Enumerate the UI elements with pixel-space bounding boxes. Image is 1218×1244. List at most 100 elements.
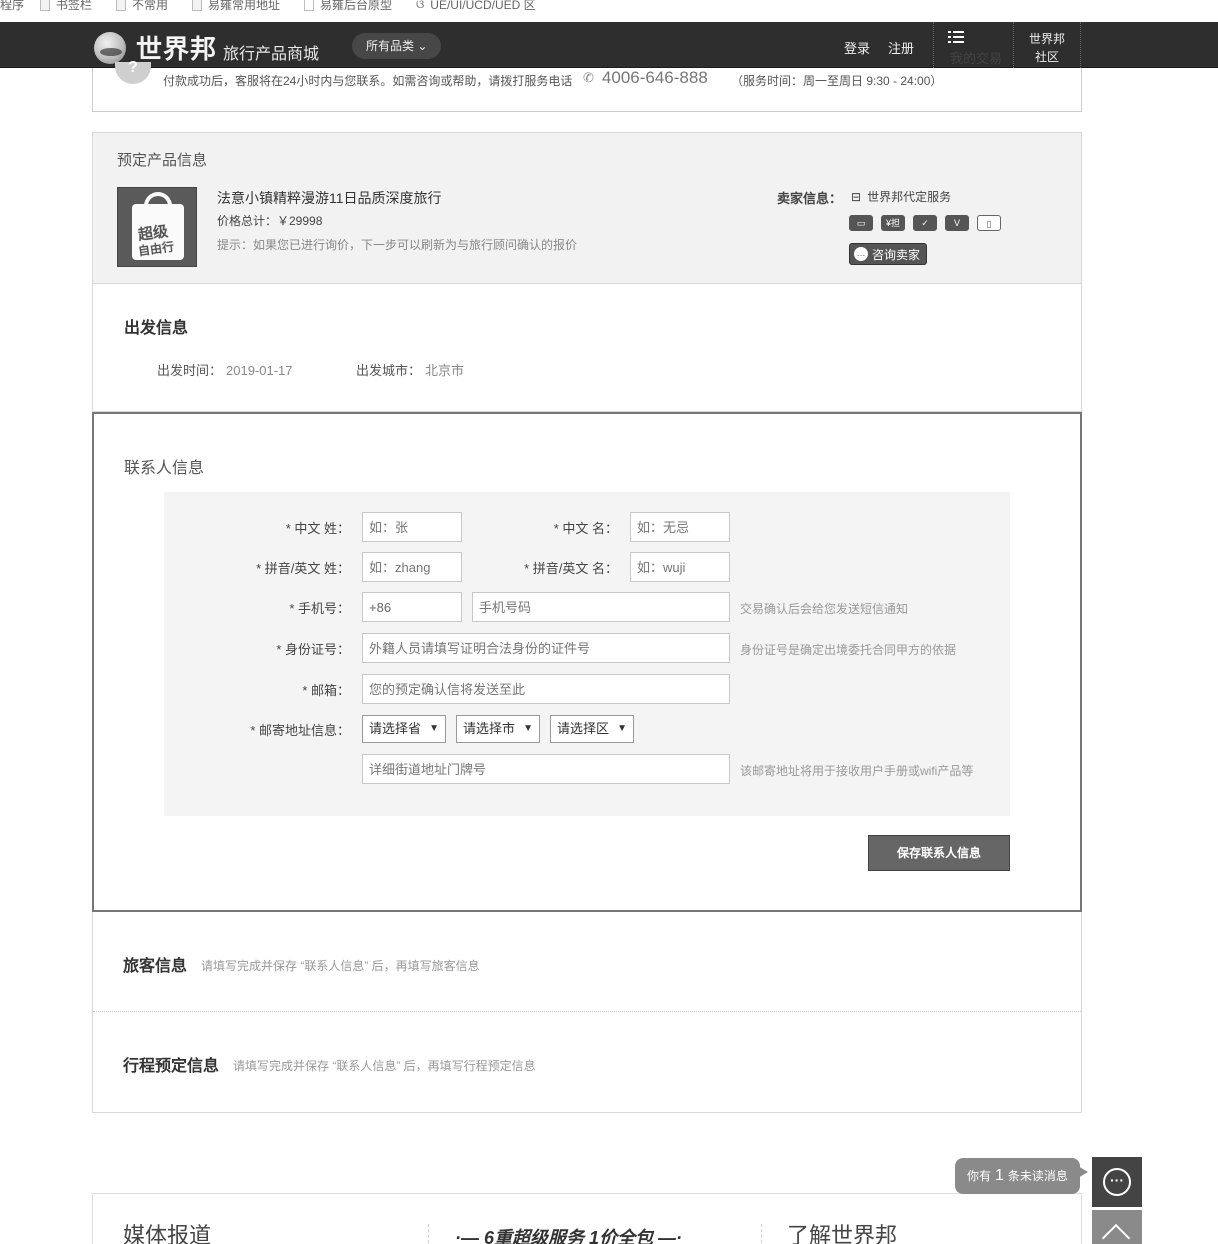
- site-header: 世界邦 旅行产品商城 所有品类 ⌄ 登录 注册 我的交易 世界邦 社区: [0, 22, 1218, 68]
- province-select[interactable]: 请选择省 ▼: [362, 715, 446, 743]
- link-icon: ଓ: [416, 0, 425, 11]
- bookmark-item[interactable]: 易雍常用地址: [192, 0, 280, 13]
- product-price: 价格总计：￥29998: [217, 214, 323, 228]
- phone-code-input[interactable]: [362, 592, 462, 622]
- section-heading: 旅客信息: [123, 958, 188, 975]
- departure-city: 出发城市： 北京市: [356, 360, 464, 379]
- section-heading: 出发信息: [124, 320, 189, 337]
- email-label: * 邮箱：: [302, 683, 350, 698]
- district-select[interactable]: 请选择区 ▼: [550, 715, 634, 743]
- street-address-input[interactable]: [362, 754, 730, 784]
- chat-bubble-icon: …: [854, 247, 868, 261]
- bookmark-label: 书签栏: [56, 0, 93, 12]
- en-surname-input[interactable]: [362, 552, 462, 582]
- product-thumbnail[interactable]: 超级 自由行: [117, 187, 197, 267]
- bookmark-item[interactable]: 易雍后台原型: [304, 0, 392, 13]
- product-info-section: 预定产品信息 超级 自由行 法意小镇精粹漫游11日品质深度旅行 价格总计：￥29…: [92, 132, 1082, 284]
- traveler-section: 旅客信息 请填写完成并保存 “联系人信息” 后，再填写旅客信息: [93, 912, 1081, 1012]
- consult-seller-button[interactable]: … 咨询卖家: [849, 243, 928, 265]
- service-hours: （服务时间：周一至周日 9:30 - 24:00）: [731, 74, 943, 88]
- section-heading: 联系人信息: [124, 460, 205, 477]
- seller-name[interactable]: ⊟ 世界邦代定服务: [851, 188, 951, 205]
- id-label: * 身份证号：: [276, 642, 350, 657]
- cn-surname-input[interactable]: [362, 512, 462, 542]
- phone-input[interactable]: [472, 592, 730, 622]
- product-title[interactable]: 法意小镇精粹漫游11日品质深度旅行: [217, 188, 442, 208]
- seller-label: 卖家信息：: [777, 191, 843, 206]
- en-surname-label: * 拼音/英文 姓：: [256, 561, 350, 576]
- login-link[interactable]: 登录: [844, 38, 870, 57]
- address-hint: 该邮寄地址将用于接收用户手册或wifi产品等: [740, 764, 974, 778]
- check-icon: ✓: [913, 215, 937, 231]
- email-input[interactable]: [362, 674, 730, 704]
- cn-name-input[interactable]: [630, 512, 730, 542]
- departure-city-value: 北京市: [425, 363, 465, 378]
- section-desc: 请填写完成并保存 “联系人信息” 后，再填写行程预定信息: [233, 1059, 536, 1073]
- bookmark-label: 易雍常用地址: [208, 0, 281, 12]
- district-value: 请选择区: [557, 721, 610, 736]
- media-heading: 媒体报道: [123, 1223, 212, 1244]
- cn-name-label: * 中文 名：: [553, 521, 618, 536]
- card-icon: ▭: [849, 215, 873, 231]
- id-hint: 身份证号是确定出境委托合同甲方的依据: [740, 643, 957, 657]
- save-contact-button[interactable]: 保存联系人信息: [868, 835, 1010, 871]
- id-input[interactable]: [362, 633, 730, 663]
- contact-section: 联系人信息 * 中文 姓： * 中文 名： * 拼音/英文 姓： * 拼音/英文…: [92, 412, 1082, 912]
- province-value: 请选择省: [369, 721, 422, 736]
- brand-name: 世界邦: [136, 34, 218, 64]
- consult-label: 咨询卖家: [872, 247, 921, 262]
- seller-name-text: 世界邦代定服务: [867, 190, 952, 204]
- notice-message: 付款成功后，客服将在24小时内与您联系。如需咨询或帮助，请拨打服务电话: [163, 74, 573, 88]
- chat-button[interactable]: ···: [1092, 1157, 1142, 1207]
- phone-hint: 交易确认后会给您发送短信通知: [740, 602, 909, 616]
- city-select[interactable]: 请选择市 ▼: [456, 715, 540, 743]
- bookmarks-bar: 程序 书签栏 不常用 易雍常用地址 易雍后台原型 ଓ UE/UI/UCD/UED …: [0, 0, 1218, 22]
- chevron-up-icon: [1101, 1223, 1131, 1244]
- address-label: * 邮寄地址信息：: [250, 723, 350, 738]
- folder-icon: [40, 0, 50, 11]
- section-heading: 预定产品信息: [117, 152, 208, 169]
- caret-down-icon: ▼: [617, 723, 627, 734]
- unread-prefix: 你有: [967, 1169, 992, 1183]
- bookmark-item[interactable]: 不常用: [116, 0, 168, 13]
- list-icon: [948, 31, 964, 43]
- bookmark-item[interactable]: ଓ UE/UI/UCD/UED 区: [416, 0, 536, 13]
- community-menu[interactable]: 世界邦 社区: [1013, 22, 1081, 68]
- departure-city-label: 出发城市：: [356, 363, 422, 378]
- divider: [761, 1224, 762, 1244]
- section-desc: 请填写完成并保存 “联系人信息” 后，再填写旅客信息: [201, 959, 480, 973]
- all-categories-button[interactable]: 所有品类 ⌄: [352, 33, 442, 59]
- unread-message-tip[interactable]: 你有 1 条未读消息: [955, 1158, 1088, 1194]
- my-trade-label: 我的交易: [950, 51, 1003, 66]
- bookmark-item[interactable]: 书签栏: [40, 0, 92, 13]
- divider: [428, 1224, 429, 1244]
- my-trade-menu[interactable]: 我的交易: [933, 22, 1013, 68]
- service-phone: ✆ 4006-646-888: [583, 68, 708, 88]
- departure-time: 出发时间： 2019-01-17: [157, 360, 293, 379]
- caret-down-icon: ▼: [429, 723, 439, 734]
- back-to-top-button[interactable]: [1092, 1210, 1142, 1244]
- about-heading: 了解世界邦: [787, 1223, 898, 1244]
- section-heading: 行程预定信息: [123, 1058, 220, 1075]
- brand-subtitle: 旅行产品商城: [223, 45, 320, 63]
- bookmark-item[interactable]: 程序: [0, 0, 24, 13]
- caret-down-icon: ▼: [523, 723, 533, 734]
- folder-icon: [116, 0, 126, 11]
- chat-icon: ···: [1103, 1168, 1131, 1196]
- phone-label: * 手机号：: [289, 601, 350, 616]
- community-label: 社区: [1034, 50, 1059, 64]
- unread-count: 1: [995, 1167, 1004, 1184]
- sm-icon: ▯: [977, 215, 1001, 231]
- chevron-down-icon: ⌄: [417, 39, 428, 53]
- site-footer: 媒体报道 ·— 6重超级服务 1价全包 —· 了解世界邦: [92, 1193, 1082, 1244]
- register-link[interactable]: 注册: [888, 38, 914, 57]
- bookmark-label: 易雍后台原型: [320, 0, 393, 12]
- phone-icon: ✆: [583, 70, 594, 85]
- payment-badges: ▭ ¥担 ✓ V ▯: [849, 215, 1001, 231]
- en-name-input[interactable]: [630, 552, 730, 582]
- question-icon: ?: [115, 60, 151, 84]
- phone-number: 4006-646-888: [601, 68, 708, 87]
- en-name-label: * 拼音/英文 名：: [524, 561, 618, 576]
- v-icon: V: [945, 215, 969, 231]
- folder-icon: [192, 0, 202, 11]
